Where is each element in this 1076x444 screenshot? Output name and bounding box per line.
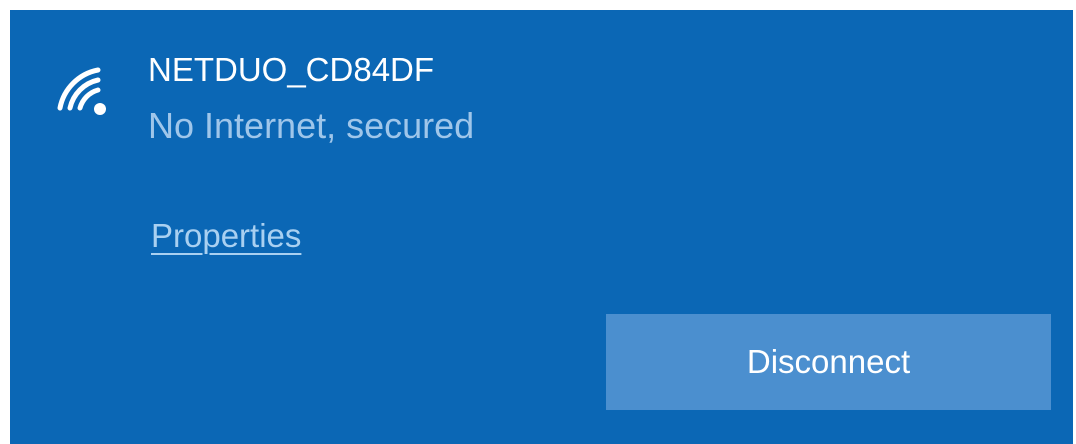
properties-link[interactable]: Properties bbox=[151, 215, 301, 257]
network-name: NETDUO_CD84DF bbox=[148, 51, 435, 88]
network-status: No Internet, secured bbox=[148, 105, 475, 146]
disconnect-button[interactable]: Disconnect bbox=[606, 314, 1051, 410]
wifi-network-panel: NETDUO_CD84DF No Internet, secured Prope… bbox=[10, 10, 1073, 444]
wifi-warning-icon bbox=[46, 50, 118, 122]
